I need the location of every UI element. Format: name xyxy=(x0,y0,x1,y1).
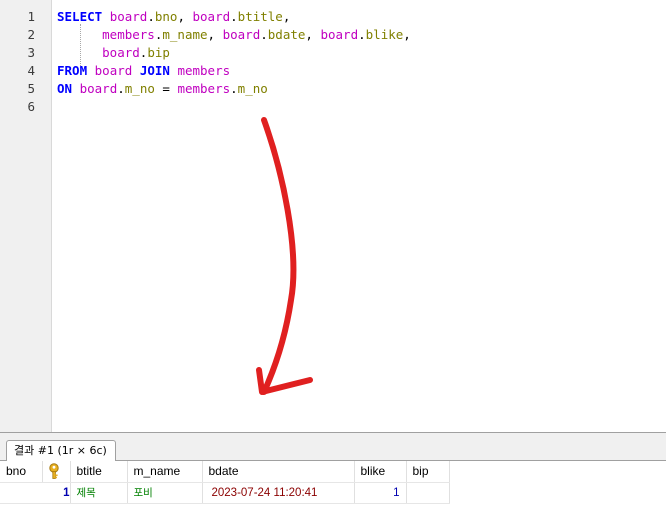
code-punctuation: . xyxy=(358,27,366,42)
table-identifier: members xyxy=(177,63,231,78)
table-identifier: board xyxy=(192,9,231,24)
line-number: 2 xyxy=(27,27,35,42)
line-number: 6 xyxy=(27,99,35,114)
code-punctuation: . xyxy=(260,27,268,42)
line-number: 4 xyxy=(27,63,35,78)
code-line[interactable]: members.m_name, board.bdate, board.blike… xyxy=(57,26,411,44)
code-punctuation: . xyxy=(230,81,238,96)
column-header-bno[interactable]: bno xyxy=(0,461,43,483)
column-identifier: m_no xyxy=(237,81,268,96)
primary-key-icon xyxy=(48,463,59,480)
column-identifier: bdate xyxy=(267,27,306,42)
code-punctuation: . xyxy=(147,9,155,24)
sql-editor[interactable]: 1 2 3 4 5 6 SELECT board.bno, board.btit… xyxy=(0,0,666,432)
code-punctuation: . xyxy=(230,9,238,24)
code-punctuation xyxy=(87,63,95,78)
code-punctuation xyxy=(57,45,102,60)
column-identifier: blike xyxy=(365,27,404,42)
results-grid[interactable]: bno btitle m_name bdate blike bip 1 제목 포… xyxy=(0,461,450,504)
column-header-blike[interactable]: blike xyxy=(354,461,407,483)
cell-bno[interactable]: 1 xyxy=(0,482,71,504)
column-header-bip[interactable]: bip xyxy=(406,461,450,483)
line-number: 3 xyxy=(27,45,35,60)
column-header-btitle[interactable]: btitle xyxy=(70,461,128,483)
results-panel: 결과 #1 (1r × 6c) bno btitle m_name bdate … xyxy=(0,432,666,517)
column-header-bdate[interactable]: bdate xyxy=(202,461,355,483)
code-line[interactable]: board.bip xyxy=(57,44,170,62)
code-line[interactable]: ON board.m_no = members.m_no xyxy=(57,80,268,98)
sql-keyword: JOIN xyxy=(139,63,170,78)
column-identifier: btitle xyxy=(237,9,283,24)
table-identifier: board xyxy=(109,9,148,24)
cell-bip[interactable] xyxy=(406,482,450,504)
code-punctuation: , xyxy=(282,9,291,24)
cell-bdate[interactable]: 2023-07-24 11:20:41 xyxy=(202,482,355,504)
tab-result-1[interactable]: 결과 #1 (1r × 6c) xyxy=(6,440,116,461)
code-punctuation xyxy=(102,9,110,24)
code-punctuation xyxy=(57,27,102,42)
sql-keyword: SELECT xyxy=(57,9,103,24)
table-identifier: board xyxy=(79,81,118,96)
cell-blike[interactable]: 1 xyxy=(354,482,407,504)
code-punctuation: , xyxy=(177,9,193,24)
code-punctuation: , xyxy=(305,27,321,42)
code-punctuation: . xyxy=(117,81,125,96)
cell-btitle[interactable]: 제목 xyxy=(70,482,128,504)
code-punctuation: , xyxy=(403,27,411,42)
column-identifier: bip xyxy=(147,45,170,60)
table-identifier: board xyxy=(222,27,261,42)
code-punctuation: , xyxy=(207,27,223,42)
table-identifier: board xyxy=(320,27,359,42)
table-identifier: members xyxy=(102,27,155,42)
grid-header-row: bno btitle m_name bdate blike bip xyxy=(0,461,450,483)
table-row[interactable]: 1 제목 포비 2023-07-24 11:20:41 1 xyxy=(0,482,450,504)
results-tab-bar: 결과 #1 (1r × 6c) xyxy=(0,433,666,461)
code-punctuation xyxy=(72,81,80,96)
line-number-gutter: 1 2 3 4 5 6 xyxy=(0,0,52,432)
cell-m-name[interactable]: 포비 xyxy=(127,482,203,504)
code-punctuation: = xyxy=(154,81,178,96)
column-identifier: m_name xyxy=(162,27,208,42)
code-line[interactable]: SELECT board.bno, board.btitle, xyxy=(57,8,290,26)
column-identifier: m_no xyxy=(124,81,155,96)
sql-keyword: FROM xyxy=(57,63,88,78)
code-line[interactable]: FROM board JOIN members xyxy=(57,62,230,80)
line-number: 5 xyxy=(27,81,35,96)
code-punctuation xyxy=(132,63,140,78)
sql-keyword: ON xyxy=(57,81,73,96)
column-header-key[interactable] xyxy=(42,461,71,483)
table-identifier: members xyxy=(177,81,231,96)
column-header-m-name[interactable]: m_name xyxy=(127,461,203,483)
table-identifier: board xyxy=(94,63,133,78)
column-identifier: bno xyxy=(154,9,178,24)
table-identifier: board xyxy=(102,45,140,60)
line-number: 1 xyxy=(27,9,35,24)
